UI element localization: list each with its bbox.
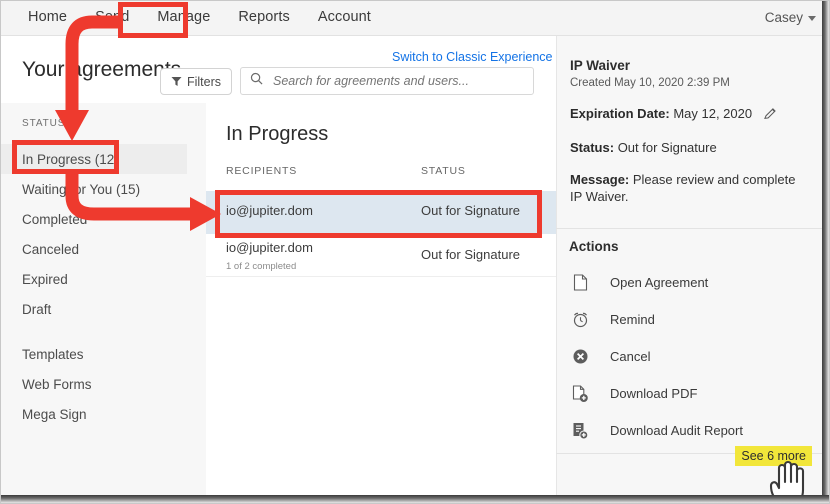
sidebar-item-label: Canceled [22,241,80,257]
action-download-audit-report[interactable]: Download Audit Report [556,412,822,449]
action-open-agreement[interactable]: Open Agreement [556,264,822,301]
detail-message-label: Message: [570,172,630,187]
funnel-icon [171,76,182,87]
table-row[interactable]: io@jupiter.dom 1 of 2 completed Out for … [206,234,556,277]
download-pdf-icon [569,384,591,404]
nav-account[interactable]: Account [304,0,385,35]
sidebar-section-label: STATUS [22,118,66,129]
detail-title: IP Waiver [570,58,631,73]
cancel-circle-icon [569,347,591,367]
filters-button-label: Filters [186,74,222,89]
detail-status: Status: Out for Signature [570,139,810,156]
list-title: In Progress [226,123,329,145]
action-cancel[interactable]: Cancel [556,338,822,375]
sidebar-item-list: In Progress (12) Waiting for You (15) Co… [0,144,206,429]
column-header-status: STATUS [421,165,466,177]
sidebar-item-web-forms[interactable]: Web Forms [0,369,206,399]
row-recipient: io@jupiter.dom [226,203,313,218]
row-subtext: 1 of 2 completed [226,261,297,272]
window-shadow-right [822,0,830,504]
agreement-rows: io@jupiter.dom Out for Signature io@jupi… [206,191,556,277]
detail-status-label: Status: [570,140,615,155]
table-row[interactable]: io@jupiter.dom Out for Signature [206,191,556,234]
action-label: Open Agreement [610,275,709,290]
nav-reports[interactable]: Reports [224,0,303,35]
sidebar-item-draft[interactable]: Draft [0,294,206,324]
sidebar-item-label: Expired [22,271,68,287]
detail-created: Created May 10, 2020 2:39 PM [570,77,730,89]
sidebar-item-expired[interactable]: Expired [0,264,206,294]
row-status: Out for Signature [421,247,520,262]
user-menu-label: Casey [764,10,803,25]
detail-expiration: Expiration Date: May 12, 2020 [570,105,810,124]
alarm-clock-icon [569,310,591,330]
detail-message: Message: Please review and complete IP W… [570,171,810,205]
sidebar-item-mega-sign[interactable]: Mega Sign [0,399,206,429]
sidebar-item-label: Templates [22,346,84,362]
download-audit-icon [569,421,591,441]
switch-classic-experience-link[interactable]: Switch to Classic Experience [392,50,552,64]
window-shadow-bottom [0,495,830,504]
page-title: Your agreements [22,58,182,81]
sidebar-item-label: Draft [22,301,52,317]
action-label: Download Audit Report [610,423,743,438]
action-label: Remind [610,312,655,327]
agreement-list-panel: In Progress RECIPIENTS STATUS io@jupiter… [206,103,556,495]
action-download-pdf[interactable]: Download PDF [556,375,822,412]
sidebar-item-label: In Progress (12) [22,151,119,167]
list-column-headers: RECIPIENTS STATUS [226,165,536,185]
detail-expiration-value: May 12, 2020 [673,106,753,121]
sidebar-item-label: Web Forms [22,376,92,392]
app-window: Home Send Manage Reports Account Casey Y… [0,0,830,504]
search-input[interactable] [271,73,524,89]
nav-send[interactable]: Send [81,0,143,35]
detail-status-value: Out for Signature [617,140,717,155]
nav-home[interactable]: Home [14,0,81,35]
sidebar-item-canceled[interactable]: Canceled [0,234,206,264]
search-icon [250,72,263,90]
sidebar-item-label: Mega Sign [22,406,87,422]
search-box[interactable] [240,67,534,95]
detail-summary: IP Waiver Created May 10, 2020 2:39 PM E… [570,58,810,220]
nav-manage[interactable]: Manage [143,0,224,35]
row-recipient: io@jupiter.dom [226,240,313,255]
sidebar-item-completed[interactable]: Completed [0,204,206,234]
chevron-down-icon [808,16,816,21]
row-status: Out for Signature [421,203,520,218]
detail-divider [556,228,822,229]
user-menu[interactable]: Casey [765,0,816,35]
document-icon [569,273,591,293]
detail-expiration-label: Expiration Date: [570,106,670,121]
actions-list: Open Agreement Remind Cancel Download PD… [556,264,822,449]
sidebar-item-waiting-for-you[interactable]: Waiting for You (15) [0,174,206,204]
column-header-recipients: RECIPIENTS [226,165,298,177]
see-more-button[interactable]: See 6 more [735,446,812,466]
sidebar-item-in-progress[interactable]: In Progress (12) [0,144,187,174]
filters-button[interactable]: Filters [160,68,232,95]
edit-pencil-icon[interactable] [763,107,777,124]
action-label: Download PDF [610,386,698,401]
top-navigation-bar: Home Send Manage Reports Account Casey [0,0,830,36]
sidebar-item-label: Completed [22,211,88,227]
nav-tab-list: Home Send Manage Reports Account [14,0,385,35]
sidebar-item-templates[interactable]: Templates [0,339,206,369]
sidebar-divider [0,324,206,339]
actions-heading: Actions [569,239,619,254]
action-remind[interactable]: Remind [556,301,822,338]
sidebar-item-label: Waiting for You (15) [22,181,141,197]
action-label: Cancel [610,349,651,364]
